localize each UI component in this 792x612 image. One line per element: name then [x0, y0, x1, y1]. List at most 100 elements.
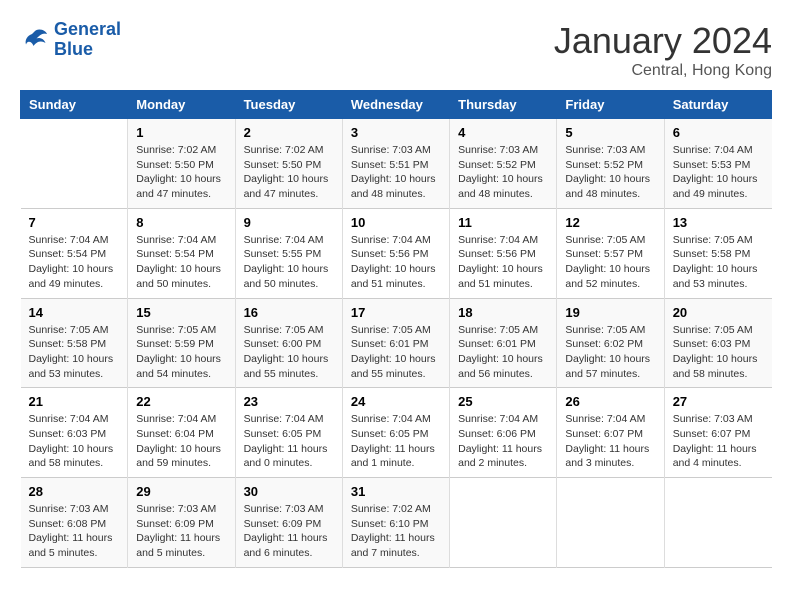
day-info: Sunrise: 7:03 AMSunset: 6:09 PMDaylight:… — [244, 502, 334, 561]
day-info: Sunrise: 7:02 AMSunset: 6:10 PMDaylight:… — [351, 502, 441, 561]
week-row-1: 1 Sunrise: 7:02 AMSunset: 5:50 PMDaylight… — [21, 119, 772, 209]
day-info: Sunrise: 7:05 AMSunset: 6:03 PMDaylight:… — [673, 323, 764, 382]
day-info: Sunrise: 7:04 AMSunset: 6:05 PMDaylight:… — [244, 412, 334, 471]
day-info: Sunrise: 7:05 AMSunset: 5:58 PMDaylight:… — [29, 323, 120, 382]
day-info: Sunrise: 7:02 AMSunset: 5:50 PMDaylight:… — [136, 143, 226, 202]
day-number: 3 — [351, 125, 441, 140]
week-row-4: 21 Sunrise: 7:04 AMSunset: 6:03 PMDayligh… — [21, 388, 772, 478]
weekday-header-friday: Friday — [557, 91, 664, 119]
day-number: 26 — [565, 394, 655, 409]
day-info: Sunrise: 7:05 AMSunset: 6:01 PMDaylight:… — [458, 323, 548, 382]
day-number: 12 — [565, 215, 655, 230]
calendar-cell: 19 Sunrise: 7:05 AMSunset: 6:02 PMDayligh… — [557, 298, 664, 388]
day-info: Sunrise: 7:04 AMSunset: 6:03 PMDaylight:… — [29, 412, 120, 471]
day-number: 6 — [673, 125, 764, 140]
logo: General Blue — [20, 20, 121, 60]
calendar-cell: 17Sunrise: 7:05 AMSunset: 6:01 PMDayligh… — [342, 298, 449, 388]
calendar-cell: 9 Sunrise: 7:04 AMSunset: 5:55 PMDaylight… — [235, 208, 342, 298]
calendar-cell: 16 Sunrise: 7:05 AMSunset: 6:00 PMDayligh… — [235, 298, 342, 388]
day-number: 14 — [29, 305, 120, 320]
calendar-cell: 3Sunrise: 7:03 AMSunset: 5:51 PMDaylight… — [342, 119, 449, 209]
day-number: 25 — [458, 394, 548, 409]
day-number: 15 — [136, 305, 226, 320]
day-info: Sunrise: 7:04 AMSunset: 6:05 PMDaylight:… — [351, 412, 441, 471]
weekday-header-row: SundayMondayTuesdayWednesdayThursdayFrid… — [21, 91, 772, 119]
calendar-cell: 12 Sunrise: 7:05 AMSunset: 5:57 PMDayligh… — [557, 208, 664, 298]
day-info: Sunrise: 7:03 AMSunset: 5:52 PMDaylight:… — [565, 143, 655, 202]
calendar-cell: 7 Sunrise: 7:04 AMSunset: 5:54 PMDaylight… — [21, 208, 128, 298]
calendar-cell: 20 Sunrise: 7:05 AMSunset: 6:03 PMDayligh… — [664, 298, 771, 388]
day-number: 24 — [351, 394, 441, 409]
day-info: Sunrise: 7:03 AMSunset: 6:08 PMDaylight:… — [29, 502, 120, 561]
day-number: 4 — [458, 125, 548, 140]
calendar-cell: 24 Sunrise: 7:04 AMSunset: 6:05 PMDayligh… — [342, 388, 449, 478]
day-info: Sunrise: 7:04 AMSunset: 5:54 PMDaylight:… — [29, 233, 120, 292]
day-number: 30 — [244, 484, 334, 499]
calendar-cell — [557, 478, 664, 568]
day-info: Sunrise: 7:05 AMSunset: 5:59 PMDaylight:… — [136, 323, 226, 382]
day-number: 9 — [244, 215, 334, 230]
calendar-cell: 30 Sunrise: 7:03 AMSunset: 6:09 PMDayligh… — [235, 478, 342, 568]
day-number: 27 — [673, 394, 764, 409]
calendar-cell: 15 Sunrise: 7:05 AMSunset: 5:59 PMDayligh… — [128, 298, 235, 388]
day-info: Sunrise: 7:04 AMSunset: 5:56 PMDaylight:… — [351, 233, 441, 292]
day-number: 1 — [136, 125, 226, 140]
weekday-header-saturday: Saturday — [664, 91, 771, 119]
day-info: Sunrise: 7:03 AMSunset: 6:09 PMDaylight:… — [136, 502, 226, 561]
month-title: January 2024 — [554, 20, 772, 62]
day-number: 13 — [673, 215, 764, 230]
day-info: Sunrise: 7:04 AMSunset: 5:56 PMDaylight:… — [458, 233, 548, 292]
calendar-cell: 18Sunrise: 7:05 AMSunset: 6:01 PMDayligh… — [450, 298, 557, 388]
title-block: January 2024 Central, Hong Kong — [554, 20, 772, 80]
calendar-cell: 14 Sunrise: 7:05 AMSunset: 5:58 PMDayligh… — [21, 298, 128, 388]
day-number: 8 — [136, 215, 226, 230]
location: Central, Hong Kong — [554, 62, 772, 80]
day-number: 20 — [673, 305, 764, 320]
day-number: 11 — [458, 215, 548, 230]
day-number: 23 — [244, 394, 334, 409]
day-info: Sunrise: 7:05 AMSunset: 6:02 PMDaylight:… — [565, 323, 655, 382]
calendar-table: SundayMondayTuesdayWednesdayThursdayFrid… — [20, 90, 772, 568]
calendar-cell: 25 Sunrise: 7:04 AMSunset: 6:06 PMDayligh… — [450, 388, 557, 478]
day-info: Sunrise: 7:04 AMSunset: 6:07 PMDaylight:… — [565, 412, 655, 471]
weekday-header-thursday: Thursday — [450, 91, 557, 119]
day-info: Sunrise: 7:04 AMSunset: 5:54 PMDaylight:… — [136, 233, 226, 292]
calendar-cell: 13 Sunrise: 7:05 AMSunset: 5:58 PMDayligh… — [664, 208, 771, 298]
day-info: Sunrise: 7:04 AMSunset: 6:04 PMDaylight:… — [136, 412, 226, 471]
day-info: Sunrise: 7:04 AMSunset: 5:53 PMDaylight:… — [673, 143, 764, 202]
calendar-cell: 23 Sunrise: 7:04 AMSunset: 6:05 PMDayligh… — [235, 388, 342, 478]
day-info: Sunrise: 7:04 AMSunset: 5:55 PMDaylight:… — [244, 233, 334, 292]
weekday-header-tuesday: Tuesday — [235, 91, 342, 119]
week-row-3: 14 Sunrise: 7:05 AMSunset: 5:58 PMDayligh… — [21, 298, 772, 388]
calendar-cell: 6 Sunrise: 7:04 AMSunset: 5:53 PMDaylight… — [664, 119, 771, 209]
weekday-header-sunday: Sunday — [21, 91, 128, 119]
calendar-cell: 26 Sunrise: 7:04 AMSunset: 6:07 PMDayligh… — [557, 388, 664, 478]
calendar-cell: 22 Sunrise: 7:04 AMSunset: 6:04 PMDayligh… — [128, 388, 235, 478]
day-number: 2 — [244, 125, 334, 140]
day-info: Sunrise: 7:05 AMSunset: 5:58 PMDaylight:… — [673, 233, 764, 292]
day-number: 29 — [136, 484, 226, 499]
day-number: 19 — [565, 305, 655, 320]
day-number: 22 — [136, 394, 226, 409]
calendar-cell: 10Sunrise: 7:04 AMSunset: 5:56 PMDayligh… — [342, 208, 449, 298]
calendar-cell — [450, 478, 557, 568]
calendar-cell: 2Sunrise: 7:02 AMSunset: 5:50 PMDaylight… — [235, 119, 342, 209]
day-number: 16 — [244, 305, 334, 320]
day-info: Sunrise: 7:05 AMSunset: 6:00 PMDaylight:… — [244, 323, 334, 382]
day-info: Sunrise: 7:05 AMSunset: 6:01 PMDaylight:… — [351, 323, 441, 382]
week-row-2: 7 Sunrise: 7:04 AMSunset: 5:54 PMDaylight… — [21, 208, 772, 298]
week-row-5: 28 Sunrise: 7:03 AMSunset: 6:08 PMDayligh… — [21, 478, 772, 568]
day-number: 5 — [565, 125, 655, 140]
calendar-cell: 21 Sunrise: 7:04 AMSunset: 6:03 PMDayligh… — [21, 388, 128, 478]
day-info: Sunrise: 7:04 AMSunset: 6:06 PMDaylight:… — [458, 412, 548, 471]
day-number: 21 — [29, 394, 120, 409]
calendar-cell: 28 Sunrise: 7:03 AMSunset: 6:08 PMDayligh… — [21, 478, 128, 568]
weekday-header-monday: Monday — [128, 91, 235, 119]
day-number: 28 — [29, 484, 120, 499]
logo-icon — [20, 25, 50, 55]
day-number: 7 — [29, 215, 120, 230]
day-info: Sunrise: 7:05 AMSunset: 5:57 PMDaylight:… — [565, 233, 655, 292]
calendar-cell: 31Sunrise: 7:02 AMSunset: 6:10 PMDayligh… — [342, 478, 449, 568]
calendar-cell: 8 Sunrise: 7:04 AMSunset: 5:54 PMDaylight… — [128, 208, 235, 298]
calendar-cell — [21, 119, 128, 209]
